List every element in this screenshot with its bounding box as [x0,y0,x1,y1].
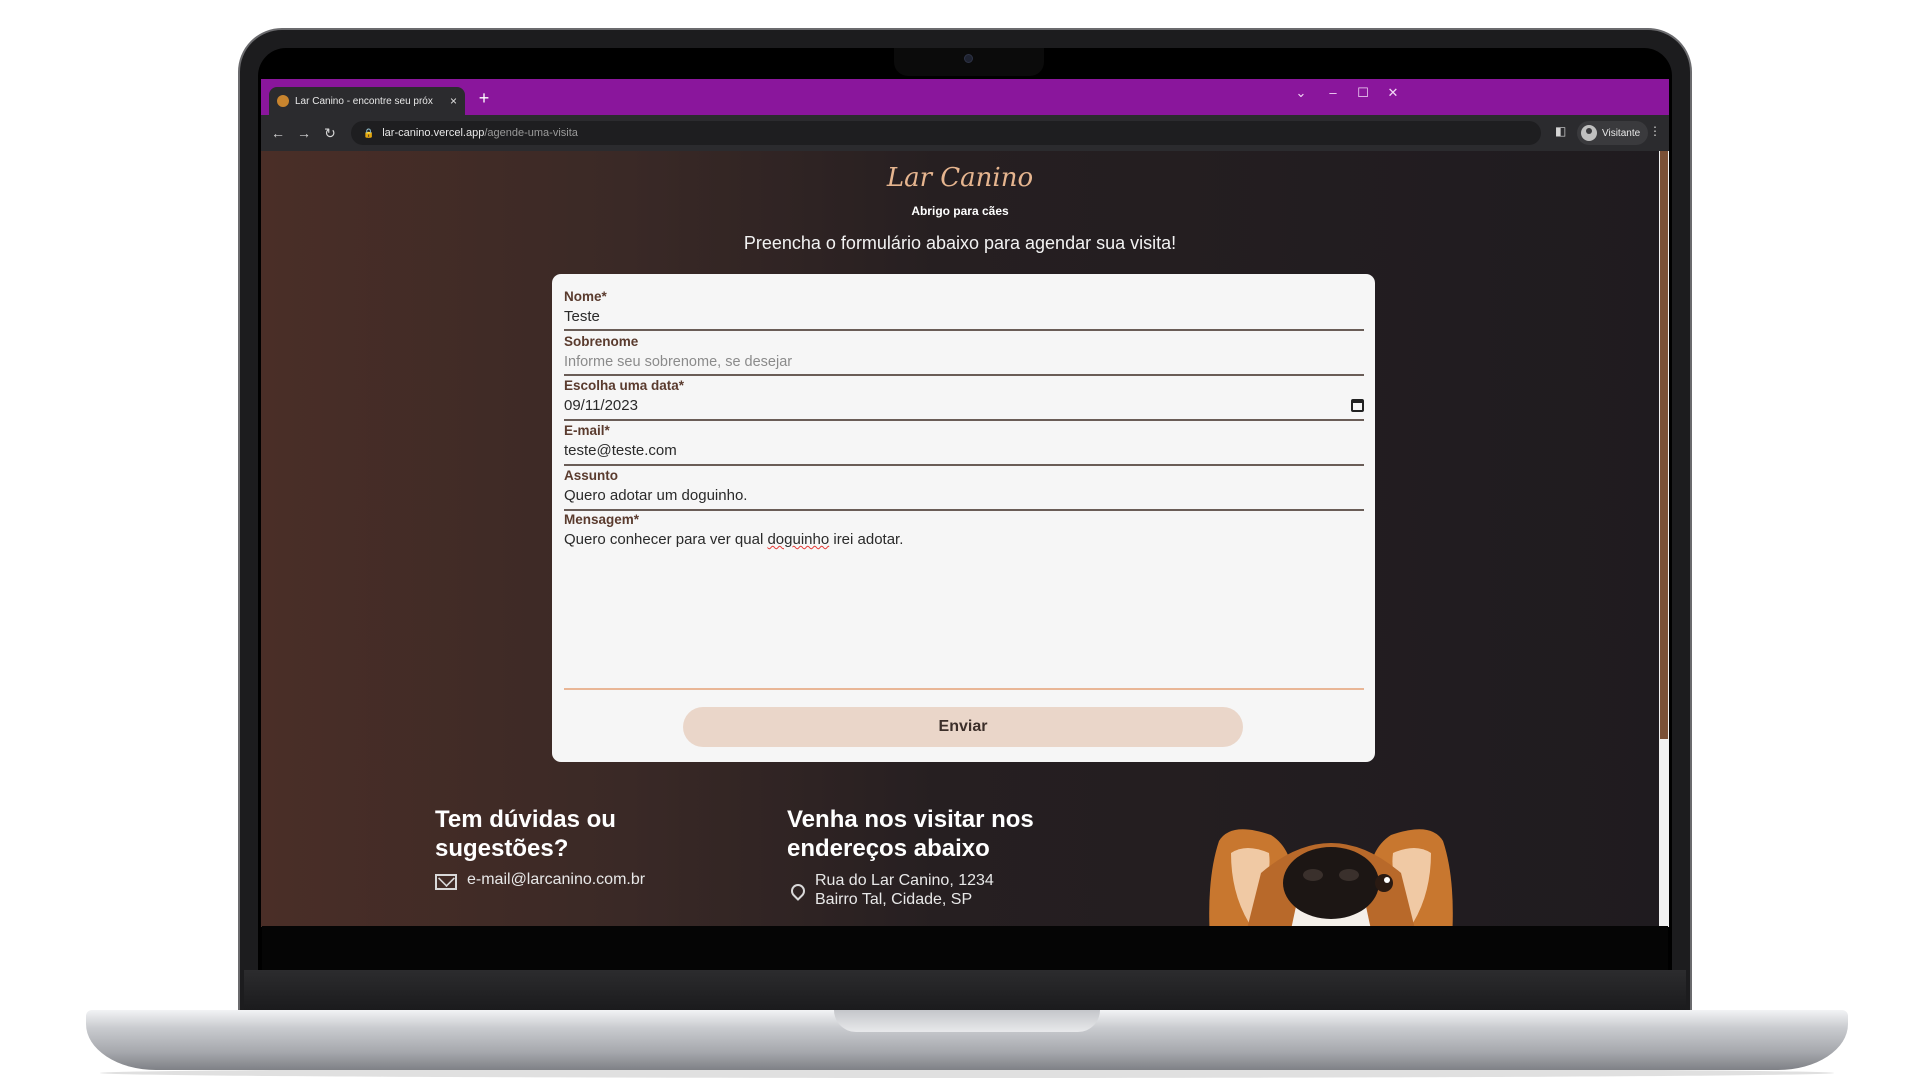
address-row: Rua do Lar Canino, 1234 Bairro Tal, Cida… [787,871,994,909]
mensagem-text-start: Quero conhecer para ver qual [564,531,768,548]
visit-heading-line-1: Venha nos visitar nos [787,806,1034,833]
nome-input[interactable]: Teste [564,307,1364,329]
mensagem-underline [564,688,1364,690]
profile-button[interactable]: Visitante [1577,121,1649,145]
screen: Lar Canino - encontre seu próximo × + ⌄ … [261,79,1669,927]
field-data[interactable]: Escolha uma data* 09/11/2023 [564,378,1364,421]
screen-chin [262,926,1668,970]
dog-illustration [1209,829,1453,927]
data-label: Escolha uma data* [564,378,685,393]
scrollbar-thumb[interactable] [1660,151,1668,739]
field-sobrenome[interactable]: Sobrenome Informe seu sobrenome, se dese… [564,334,1364,376]
address-line-1: Rua do Lar Canino, 1234 [815,872,994,889]
lock-icon: 🔒 [363,127,375,138]
close-window-button[interactable]: ✕ [1383,85,1403,101]
contact-email-row[interactable]: e-mail@larcanino.com.br [435,871,645,890]
mail-icon [435,874,457,890]
tab-title: Lar Canino - encontre seu próximo [295,95,433,107]
address-text: Rua do Lar Canino, 1234 Bairro Tal, Cida… [815,871,994,909]
sobrenome-label: Sobrenome [564,334,639,349]
menu-icon[interactable]: ⋮ [1649,124,1661,138]
mensagem-textarea[interactable]: Quero conhecer para ver qual doguinho ir… [564,530,1364,552]
field-assunto[interactable]: Assunto Quero adotar um doguinho. [564,468,1364,511]
assunto-label: Assunto [564,468,618,483]
browser-toolbar: ← → ↻ 🔒 lar-canino.vercel.app /agende-um… [261,115,1669,151]
url-path: /agende-uma-visita [484,127,578,139]
date-input[interactable]: 09/11/2023 [564,396,1364,418]
page-scrollbar[interactable] [1659,151,1669,927]
url-host: lar-canino.vercel.app [382,127,485,139]
profile-name: Visitante [1602,127,1641,139]
email-label: E-mail* [564,423,610,438]
contact-heading-line-2: sugestões? [435,835,569,862]
email-input[interactable]: teste@teste.com [564,441,1364,463]
assunto-input[interactable]: Quero adotar um doguinho. [564,486,1364,508]
avatar-icon [1581,125,1597,141]
contact-heading-line-1: Tem dúvidas ou [435,806,616,833]
reload-icon[interactable]: ↻ [321,124,339,142]
browser-tab[interactable]: Lar Canino - encontre seu próximo × [269,87,465,115]
new-tab-button[interactable]: + [473,87,495,109]
pin-icon [788,881,808,901]
camera-icon [964,54,973,63]
contact-heading: Tem dúvidas ou sugestões? [435,805,616,863]
visit-heading-line-2: endereços abaixo [787,835,990,862]
visit-form: Nome* Teste Sobrenome Informe seu sobren… [552,274,1375,762]
minimize-button[interactable]: – [1323,85,1343,100]
address-line-2: Bairro Tal, Cidade, SP [815,891,973,908]
address-bar[interactable]: 🔒 lar-canino.vercel.app /agende-uma-visi… [351,121,1541,145]
submit-button[interactable]: Enviar [683,707,1243,747]
page-content: Lar Canino Abrigo para cães Preencha o f… [261,151,1669,927]
browser-tabbar: Lar Canino - encontre seu próximo × + ⌄ … [261,79,1669,115]
mensagem-label: Mensagem* [564,512,640,527]
field-nome[interactable]: Nome* Teste [564,289,1364,331]
nome-label: Nome* [564,289,607,304]
site-subtitle: Abrigo para cães [911,204,1009,218]
laptop-mockup: Lar Canino - encontre seu próximo × + ⌄ … [0,0,1920,1080]
field-email[interactable]: E-mail* teste@teste.com [564,423,1364,466]
tab-search-icon[interactable]: ⌄ [1291,85,1311,101]
sidepanel-icon[interactable]: ◧ [1555,124,1566,138]
page-lead: Preencha o formulário abaixo para agenda… [743,233,1177,253]
mensagem-misspelled-word: doguinho [767,531,830,548]
tab-close-icon[interactable]: × [450,94,457,108]
laptop-opening-notch [834,1010,1100,1032]
mensagem-text-end: irei adotar. [829,531,904,548]
field-mensagem[interactable]: Mensagem* Quero conhecer para ver qual d… [564,512,1364,612]
visit-heading: Venha nos visitar nos endereços abaixo [787,805,1034,863]
date-value: 09/11/2023 [564,397,638,414]
back-icon[interactable]: ← [269,124,287,142]
site-logo[interactable]: Lar Canino [261,163,1659,193]
sobrenome-input[interactable]: Informe seu sobrenome, se desejar [564,352,1364,374]
maximize-button[interactable]: ☐ [1353,85,1373,101]
forward-icon[interactable]: → [295,124,313,142]
laptop-hinge [244,970,1686,1012]
dog-favicon-icon [277,95,289,107]
calendar-icon[interactable] [1351,399,1364,412]
contact-email[interactable]: e-mail@larcanino.com.br [467,871,645,889]
